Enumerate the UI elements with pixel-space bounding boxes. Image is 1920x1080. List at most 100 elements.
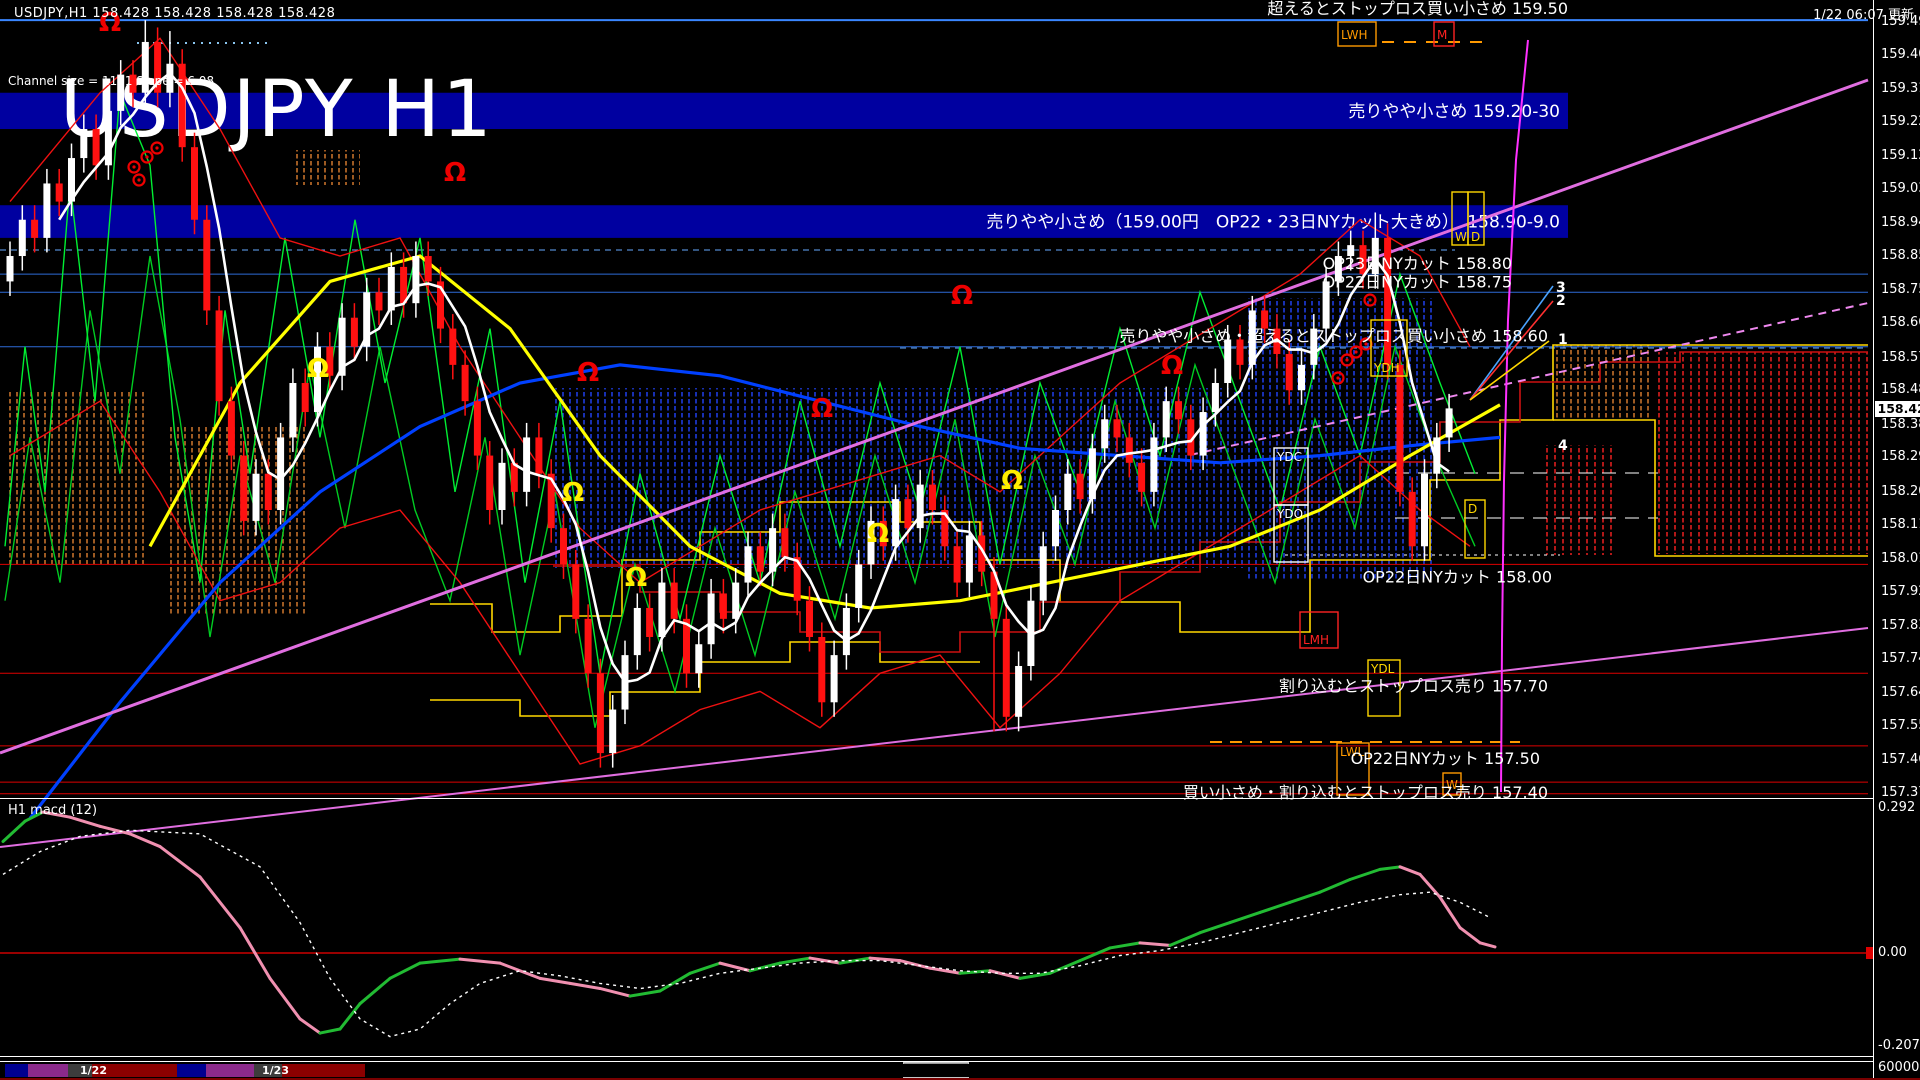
candle-body <box>892 499 899 546</box>
session-bar-top-separator <box>0 1061 1873 1062</box>
candle-body <box>745 546 752 582</box>
macd-line-segment <box>360 978 390 1003</box>
candle-body <box>1396 365 1403 492</box>
candle-body <box>1003 619 1010 717</box>
macd-line-segment <box>3 821 25 841</box>
candle-body <box>732 583 739 619</box>
macd-line-segment <box>500 963 540 978</box>
macd-panel-label: H1 macd (12) <box>8 803 97 818</box>
macd-line-segment <box>630 991 660 996</box>
ichimoku-cloud-region <box>295 150 360 185</box>
alert-dot-icon <box>145 155 148 158</box>
candle-body <box>56 183 63 201</box>
macd-line-segment <box>300 1019 320 1033</box>
macd-line-segment <box>660 973 690 991</box>
sell-signal-icon: Ω <box>1161 351 1183 381</box>
price-axis-tick: 157.740 <box>1881 651 1920 666</box>
candle-body <box>769 528 776 572</box>
candle-body <box>265 474 272 510</box>
price-axis-separator <box>1873 0 1874 1080</box>
macd-line-segment <box>390 963 420 978</box>
macd-axis-tick: -0.207 <box>1878 1038 1920 1053</box>
price-axis-tick: 157.830 <box>1881 618 1920 633</box>
price-annotation: OP22日NYカット 158.75 <box>1323 272 1512 291</box>
candle-body <box>917 485 924 529</box>
candle-body <box>400 267 407 303</box>
current-price-tag: 158.428 <box>1875 401 1920 417</box>
price-axis-tick: 159.495 <box>1881 14 1920 29</box>
candle-body <box>191 147 198 220</box>
candle-body <box>609 710 616 754</box>
candle-body <box>597 673 604 753</box>
macd-line-segment <box>460 959 500 963</box>
alert-dot-icon <box>132 165 135 168</box>
price-axis-tick: 159.035 <box>1881 181 1920 196</box>
candle-body <box>855 564 862 608</box>
level-box-label: YDH <box>1373 361 1400 375</box>
price-axis-tick: 159.220 <box>1881 114 1920 129</box>
price-axis-tick: 158.480 <box>1881 382 1920 397</box>
candle-body <box>671 583 678 619</box>
candle-body <box>535 437 542 473</box>
macd-line-segment <box>1380 867 1400 870</box>
fan-line <box>1470 301 1553 400</box>
macd-line-segment <box>340 1004 360 1029</box>
sell-signal-icon: Ω <box>577 358 599 388</box>
price-axis-tick: 159.405 <box>1881 47 1920 62</box>
candle-body <box>1077 474 1084 499</box>
alert-dot-icon <box>1336 376 1339 379</box>
price-axis-tick: 158.850 <box>1881 248 1920 263</box>
fan-label: 1 <box>1558 332 1568 348</box>
candle-body <box>1286 354 1293 390</box>
macd-line-segment <box>1400 867 1420 875</box>
candle-body <box>781 528 788 557</box>
candle-body <box>831 655 838 702</box>
price-annotation: OP22日NYカット 157.50 <box>1351 749 1540 768</box>
candle-body <box>1200 412 1207 456</box>
candle-body <box>1114 419 1121 437</box>
level-box-label: W <box>1455 230 1467 244</box>
candle-body <box>1175 401 1182 419</box>
sell-signal-icon: Ω <box>444 158 466 188</box>
price-annotation: 割り込むとストップロス売り 157.70 <box>1279 676 1548 695</box>
buy-signal-icon: Ω <box>562 478 584 508</box>
buy-signal-icon: Ω <box>307 354 329 384</box>
candle-body <box>1040 546 1047 600</box>
macd-line-segment <box>1200 923 1230 933</box>
candle-body <box>412 256 419 303</box>
candle-body <box>253 474 260 521</box>
macd-line-segment <box>160 847 200 877</box>
macd-line-segment <box>690 963 720 973</box>
macd-line-segment <box>1420 874 1440 897</box>
level-box-label: M <box>1437 28 1447 42</box>
candle-body <box>585 619 592 673</box>
macd-line-segment <box>1290 892 1320 902</box>
buy-signal-icon: Ω <box>867 519 889 549</box>
candle-body <box>388 267 395 311</box>
price-axis-tick: 158.385 <box>1881 417 1920 432</box>
candle-body <box>695 644 702 673</box>
candle-body <box>966 535 973 582</box>
session-timeline-bar: 1/221/23 <box>0 1064 1873 1077</box>
fan-label: 2 <box>1556 293 1566 309</box>
candle-body <box>31 220 38 238</box>
candle-body <box>904 499 911 528</box>
candle-body <box>1015 666 1022 717</box>
volume-axis-label: 60000 <box>1878 1060 1919 1075</box>
ichimoku-cloud-region <box>1655 352 1868 554</box>
price-axis-tick: 157.370 <box>1881 785 1920 800</box>
candle-body <box>818 637 825 702</box>
price-axis-tick: 158.570 <box>1881 350 1920 365</box>
macd-line-segment <box>600 988 630 996</box>
candle-body <box>560 528 567 564</box>
channel-info-label: Channel size = 1171 Slope = 6.08 <box>8 74 214 88</box>
candle-body <box>277 437 284 510</box>
macd-panel-bottom-separator <box>0 1056 1873 1057</box>
trend-line <box>0 628 1868 847</box>
candle-body <box>929 485 936 510</box>
alert-dot-icon <box>1368 298 1371 301</box>
price-axis-tick: 157.460 <box>1881 752 1920 767</box>
macd-axis-tick: 0.292 <box>1878 800 1915 815</box>
session-segment <box>282 1064 365 1077</box>
price-axis-tick: 157.645 <box>1881 685 1920 700</box>
